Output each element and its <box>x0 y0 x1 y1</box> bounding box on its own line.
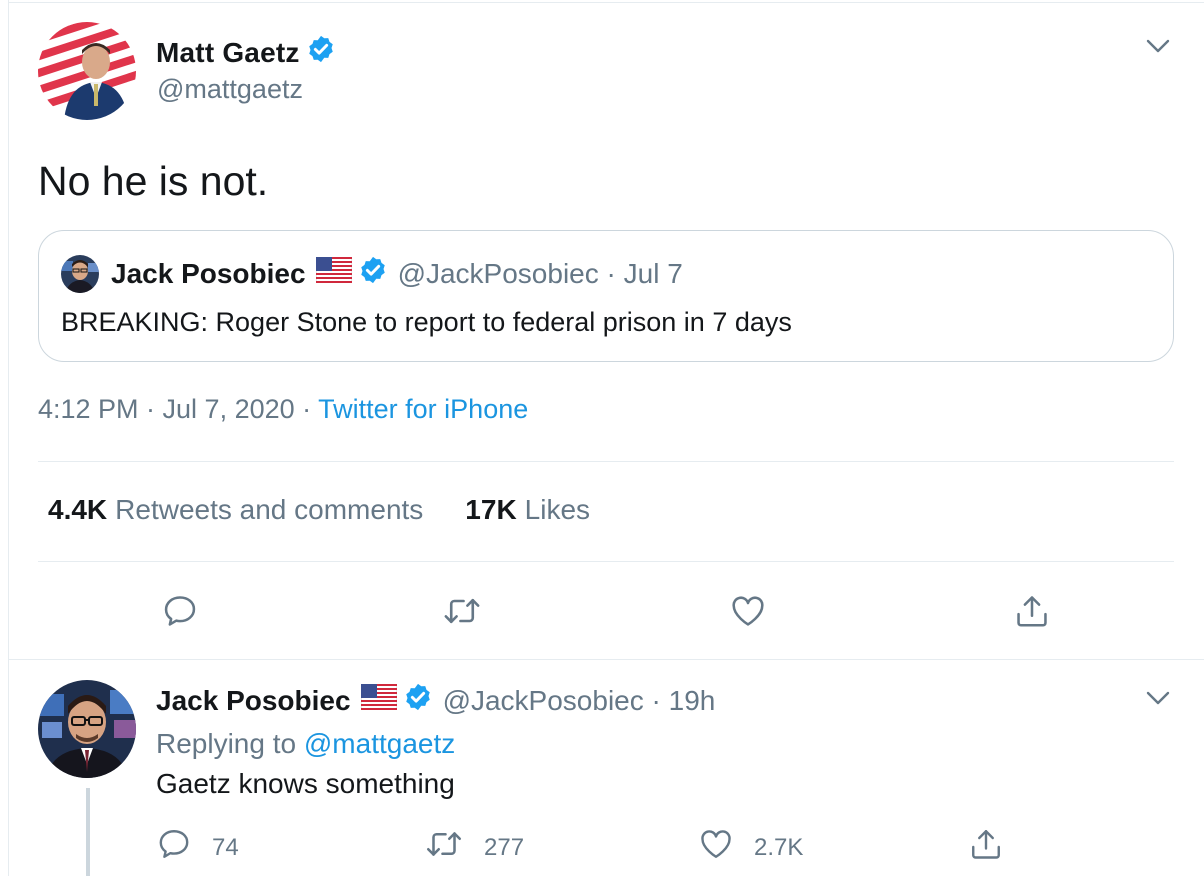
retweet-action[interactable]: 277 <box>424 826 524 869</box>
replying-to-mention[interactable]: @mattgaetz <box>304 728 455 759</box>
heart-icon[interactable] <box>698 826 734 869</box>
heart-icon[interactable] <box>727 590 769 632</box>
like-action[interactable]: 2.7K <box>698 826 803 869</box>
quote-author-handle: @JackPosobiec · Jul 7 <box>397 257 683 289</box>
engagement-stats: 4.4K Retweets and comments 17K Likes <box>48 494 632 526</box>
replying-prefix: Replying to <box>156 728 304 759</box>
likes-label: Likes <box>524 494 591 525</box>
tweet-text: No he is not. <box>38 158 269 204</box>
author-avatar[interactable] <box>38 22 136 120</box>
left-border <box>8 0 9 876</box>
reply-icon[interactable] <box>156 826 192 869</box>
verified-badge-icon <box>403 682 433 719</box>
us-flag-icon <box>315 256 352 290</box>
tweet-separator <box>8 659 1204 660</box>
quoted-tweet-card[interactable]: Jack Posobiec @JackPosobiec · Jul 7 BREA… <box>38 230 1174 362</box>
tweet-source-link[interactable]: Twitter for iPhone <box>318 394 528 424</box>
reply-author-name[interactable]: Jack Posobiec <box>156 685 351 717</box>
tweet-timestamp[interactable]: 4:12 PM · Jul 7, 2020 · <box>38 394 318 424</box>
author-handle[interactable]: @mattgaetz <box>157 74 303 105</box>
verified-badge-icon <box>306 34 336 71</box>
top-border <box>8 2 1204 3</box>
reply-header: Jack Posobiec @JackPosobiec · 19h <box>156 682 715 719</box>
share-icon[interactable] <box>968 826 1004 869</box>
retweet-icon[interactable] <box>441 590 483 632</box>
reply-text: Gaetz knows something <box>156 768 455 799</box>
reply-author-avatar[interactable] <box>38 680 136 778</box>
reply-action[interactable]: 74 <box>156 826 239 869</box>
like-count: 2.7K <box>754 833 804 861</box>
verified-badge-icon <box>358 255 388 292</box>
retweet-count: 277 <box>484 833 525 861</box>
quote-author-name: Jack Posobiec <box>111 257 306 289</box>
thread-line <box>86 788 90 876</box>
quote-text: BREAKING: Roger Stone to report to feder… <box>61 307 792 337</box>
retweets-stat[interactable]: 4.4K Retweets and comments <box>48 494 423 526</box>
chevron-down-icon[interactable] <box>1144 684 1172 712</box>
share-action[interactable] <box>968 826 1004 869</box>
tweet-meta: 4:12 PM · Jul 7, 2020 · Twitter for iPho… <box>38 394 528 425</box>
likes-count: 17K <box>465 494 517 525</box>
author-name-text[interactable]: Matt Gaetz <box>156 37 300 69</box>
retweets-count: 4.4K <box>48 494 108 525</box>
quote-author-avatar <box>61 255 99 293</box>
likes-stat[interactable]: 17K Likes <box>465 494 590 526</box>
author-name[interactable]: Matt Gaetz <box>156 34 336 71</box>
reply-count: 74 <box>212 833 239 861</box>
replying-to: Replying to @mattgaetz <box>156 728 455 760</box>
retweet-icon[interactable] <box>424 826 464 869</box>
retweets-label: Retweets and comments <box>115 494 424 525</box>
us-flag-icon <box>360 683 397 717</box>
reply-author-handle[interactable]: @JackPosobiec · 19h <box>443 685 716 717</box>
share-icon[interactable] <box>1011 590 1053 632</box>
chevron-down-icon[interactable] <box>1144 32 1172 60</box>
divider <box>38 461 1174 462</box>
divider <box>38 561 1174 562</box>
reply-icon[interactable] <box>159 590 201 632</box>
quote-header: Jack Posobiec @JackPosobiec · Jul 7 <box>111 255 683 292</box>
